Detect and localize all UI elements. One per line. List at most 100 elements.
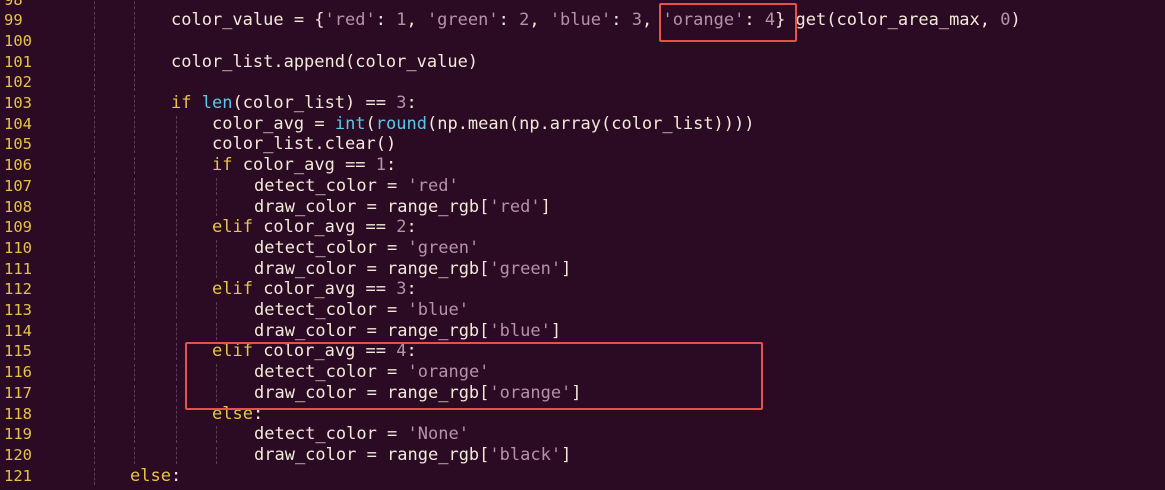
indent-guide xyxy=(134,239,135,257)
indent-guide xyxy=(176,322,177,340)
code-token: (np.mean(np.array(color_list)))) xyxy=(426,113,755,134)
string-token: 'orange' xyxy=(662,10,745,31)
code-line[interactable]: 101 color_list.append(color_value) xyxy=(0,52,1165,73)
code-line[interactable]: 99 color_value = {'red': 1, 'green': 2, '… xyxy=(0,10,1165,31)
indent-guide xyxy=(94,343,95,361)
indent-guide xyxy=(94,32,95,50)
code-line[interactable]: 106 if color_avg == 1: xyxy=(0,155,1165,176)
line-number: 121 xyxy=(4,466,32,485)
code-line[interactable]: 112 elif color_avg == 3: xyxy=(0,279,1165,300)
code-line[interactable]: 109 elif color_avg == 2: xyxy=(0,217,1165,238)
indent-guide xyxy=(176,405,177,423)
line-number: 100 xyxy=(4,31,32,50)
builtin-token: int xyxy=(334,113,366,134)
indent-guide xyxy=(94,53,95,71)
line-number: 102 xyxy=(4,73,32,92)
builtin-token: len xyxy=(201,93,233,113)
code-line[interactable]: 113 detect_color = 'blue' xyxy=(0,300,1165,321)
code-line[interactable]: 98 xyxy=(0,0,1165,10)
string-token: 'blue' xyxy=(489,320,551,341)
code-text: color_avg = int(round(np.mean(np.array(c… xyxy=(212,114,755,135)
indent-guide xyxy=(94,136,95,154)
indent-guide xyxy=(94,198,95,216)
code-token: color_value = { xyxy=(171,10,325,31)
indent-guide xyxy=(94,0,95,9)
indent-guide xyxy=(134,446,135,464)
code-token: detect_color = xyxy=(254,362,408,383)
string-token: 'red' xyxy=(324,10,376,31)
line-number: 116 xyxy=(4,363,32,382)
code-line[interactable]: 118 else: xyxy=(0,404,1165,425)
string-token: 'orange' xyxy=(407,362,490,383)
indent-guide xyxy=(134,32,135,50)
code-line[interactable]: 117 draw_color = range_rgb['orange'] xyxy=(0,383,1165,404)
code-text: draw_color = range_rgb['orange'] xyxy=(254,383,582,404)
code-line[interactable]: 119 detect_color = 'None' xyxy=(0,424,1165,445)
code-line[interactable]: 102 xyxy=(0,72,1165,93)
indent-guide xyxy=(94,364,95,382)
indent-guide xyxy=(176,157,177,175)
indent-guide xyxy=(134,260,135,278)
code-line[interactable]: 105 color_list.clear() xyxy=(0,134,1165,155)
indent-guide xyxy=(176,136,177,154)
code-token: : xyxy=(498,10,520,31)
code-text: elif color_avg == 3: xyxy=(212,279,417,300)
indent-guide xyxy=(134,322,135,340)
code-line[interactable]: 103 if len(color_list) == 3: xyxy=(0,93,1165,114)
code-text: draw_color = range_rgb['red'] xyxy=(254,197,551,218)
code-token: color_avg == xyxy=(252,341,397,362)
indent-guide xyxy=(176,219,177,237)
line-number: 117 xyxy=(4,383,32,402)
line-number: 101 xyxy=(4,52,32,71)
code-line[interactable]: 104 color_avg = int(round(np.mean(np.arra… xyxy=(0,114,1165,135)
number-token: 4 xyxy=(396,341,407,362)
indent-guide xyxy=(94,115,95,133)
code-token: : xyxy=(386,155,397,176)
keyword-token: elif xyxy=(212,279,253,300)
indent-guide xyxy=(94,74,95,92)
code-line[interactable]: 116 detect_color = 'orange' xyxy=(0,362,1165,383)
indent-guide xyxy=(134,95,135,112)
code-token: detect_color = xyxy=(254,424,408,445)
indent-guide xyxy=(176,302,177,319)
string-token: 'None' xyxy=(407,424,469,445)
keyword-token: if xyxy=(171,93,192,113)
code-token: draw_color = range_rgb[ xyxy=(254,444,490,465)
code-line[interactable]: 120 draw_color = range_rgb['black'] xyxy=(0,445,1165,466)
indent-guide xyxy=(216,384,217,402)
code-token: ] xyxy=(561,258,572,279)
indent-guide xyxy=(134,302,135,319)
string-token: 'green' xyxy=(426,10,499,31)
code-editor[interactable]: 9899color_value = {'red': 1, 'green': 2,… xyxy=(0,0,1165,490)
string-token: 'blue' xyxy=(407,300,469,320)
code-line[interactable]: 121 else: xyxy=(0,466,1165,487)
code-line[interactable]: 111 draw_color = range_rgb['green'] xyxy=(0,259,1165,280)
code-line[interactable]: 115 elif color_avg == 4: xyxy=(0,341,1165,362)
indent-guide xyxy=(134,157,135,175)
code-line[interactable]: 108 draw_color = range_rgb['red'] xyxy=(0,197,1165,218)
indent-guide xyxy=(216,260,217,278)
code-text: color_list.append(color_value) xyxy=(171,52,478,73)
line-number: 109 xyxy=(4,218,32,237)
string-token: 'red' xyxy=(489,196,541,217)
code-line[interactable]: 114 draw_color = range_rgb['blue'] xyxy=(0,321,1165,342)
line-number: 108 xyxy=(4,197,32,216)
code-token: , xyxy=(406,10,427,31)
line-number: 98 xyxy=(4,0,44,10)
code-token: ] xyxy=(571,382,582,403)
code-line[interactable]: 110 detect_color = 'green' xyxy=(0,238,1165,259)
indent-guide xyxy=(94,467,95,485)
code-text: elif color_avg == 4: xyxy=(212,341,417,362)
indent-guide xyxy=(134,198,135,216)
indent-guide xyxy=(94,446,95,464)
code-token: ] xyxy=(561,444,572,465)
code-line[interactable]: 107 detect_color = 'red' xyxy=(0,176,1165,197)
code-token: : xyxy=(375,10,397,31)
keyword-token: if xyxy=(212,155,233,176)
code-token: color_avg == xyxy=(252,279,397,300)
code-line[interactable]: 100 xyxy=(0,31,1165,52)
code-token: detect_color = xyxy=(254,300,408,320)
indent-guide xyxy=(94,426,95,444)
code-text: if len(color_list) == 3: xyxy=(171,93,417,114)
